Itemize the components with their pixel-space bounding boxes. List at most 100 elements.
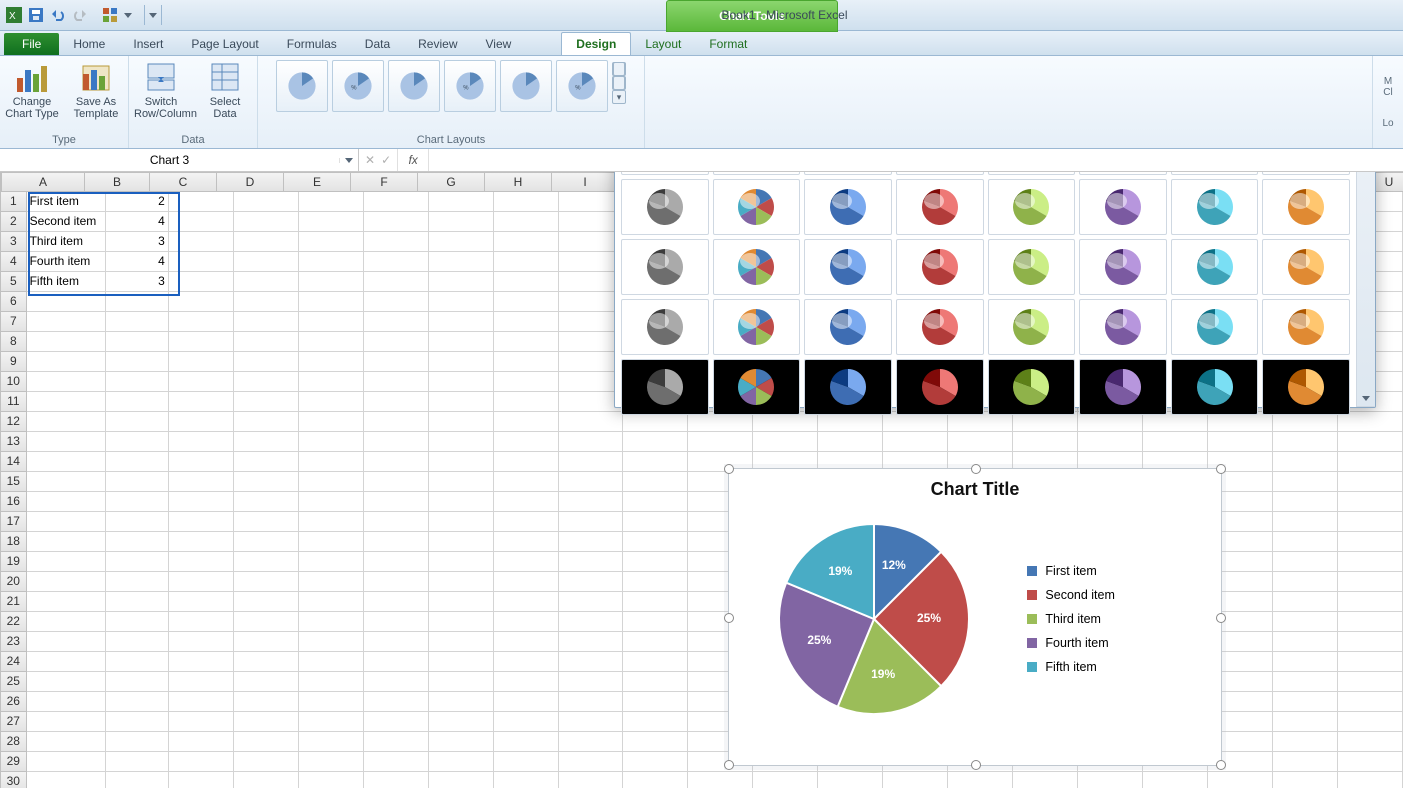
row-header-7[interactable]: 7 <box>0 312 27 332</box>
cell-C20[interactable] <box>169 572 234 592</box>
cell-F17[interactable] <box>364 512 429 532</box>
cell-D7[interactable] <box>234 312 299 332</box>
cell-D17[interactable] <box>234 512 299 532</box>
cell-F22[interactable] <box>364 612 429 632</box>
qat-customize-dropdown[interactable] <box>122 5 134 25</box>
cell-H22[interactable] <box>494 612 559 632</box>
cell-A28[interactable] <box>27 732 106 752</box>
cell-F14[interactable] <box>364 452 429 472</box>
chart-style-41[interactable] <box>621 359 709 415</box>
chart-style-26[interactable] <box>713 239 801 295</box>
cell-D26[interactable] <box>234 692 299 712</box>
cell-D29[interactable] <box>234 752 299 772</box>
cell-C19[interactable] <box>169 552 234 572</box>
cell-I18[interactable] <box>559 532 624 552</box>
cell-F5[interactable] <box>364 272 429 292</box>
cell-D27[interactable] <box>234 712 299 732</box>
row-header-23[interactable]: 23 <box>0 632 27 652</box>
cell-D25[interactable] <box>234 672 299 692</box>
chart-style-37[interactable] <box>988 299 1076 355</box>
cell-A29[interactable] <box>27 752 106 772</box>
cell-J24[interactable] <box>623 652 688 672</box>
cell-J30[interactable] <box>623 772 688 788</box>
cell-D12[interactable] <box>234 412 299 432</box>
cell-A26[interactable] <box>27 692 106 712</box>
row-header-2[interactable]: 2 <box>0 212 27 232</box>
legend-item-5[interactable]: Fifth item <box>1027 660 1221 674</box>
chart-style-24[interactable] <box>1262 179 1350 235</box>
cell-F11[interactable] <box>364 392 429 412</box>
cell-U22[interactable] <box>1338 612 1403 632</box>
cell-F20[interactable] <box>364 572 429 592</box>
cell-D4[interactable] <box>234 252 299 272</box>
chart-style-18[interactable] <box>713 179 801 235</box>
cell-J19[interactable] <box>623 552 688 572</box>
cell-D1[interactable] <box>234 192 299 212</box>
cell-B30[interactable] <box>106 772 169 788</box>
cell-G25[interactable] <box>429 672 494 692</box>
cell-A12[interactable] <box>27 412 106 432</box>
cell-E15[interactable] <box>299 472 364 492</box>
cell-U21[interactable] <box>1338 592 1403 612</box>
chart-style-10[interactable] <box>713 172 801 175</box>
cell-I23[interactable] <box>559 632 624 652</box>
row-header-20[interactable]: 20 <box>0 572 27 592</box>
cell-M12[interactable] <box>818 412 883 432</box>
chart-title[interactable]: Chart Title <box>729 469 1221 504</box>
chart-style-42[interactable] <box>713 359 801 415</box>
cell-E28[interactable] <box>299 732 364 752</box>
cell-G1[interactable] <box>429 192 494 212</box>
cell-B26[interactable] <box>106 692 169 712</box>
cell-A11[interactable] <box>27 392 106 412</box>
cell-F29[interactable] <box>364 752 429 772</box>
cell-R30[interactable] <box>1143 772 1208 788</box>
cell-A20[interactable] <box>27 572 106 592</box>
cell-E3[interactable] <box>299 232 364 252</box>
tab-data[interactable]: Data <box>351 33 404 55</box>
row-header-26[interactable]: 26 <box>0 692 27 712</box>
cell-J15[interactable] <box>623 472 688 492</box>
cell-T22[interactable] <box>1273 612 1338 632</box>
cell-H15[interactable] <box>494 472 559 492</box>
cell-E27[interactable] <box>299 712 364 732</box>
tab-review[interactable]: Review <box>404 33 471 55</box>
cell-U20[interactable] <box>1338 572 1403 592</box>
cell-T12[interactable] <box>1273 412 1338 432</box>
cell-F12[interactable] <box>364 412 429 432</box>
cell-U18[interactable] <box>1338 532 1403 552</box>
cell-G21[interactable] <box>429 592 494 612</box>
cell-J26[interactable] <box>623 692 688 712</box>
cell-C18[interactable] <box>169 532 234 552</box>
row-header-15[interactable]: 15 <box>0 472 27 492</box>
cell-F13[interactable] <box>364 432 429 452</box>
cell-G9[interactable] <box>429 352 494 372</box>
cell-A24[interactable] <box>27 652 106 672</box>
cell-G26[interactable] <box>429 692 494 712</box>
cell-G27[interactable] <box>429 712 494 732</box>
cell-E5[interactable] <box>299 272 364 292</box>
cell-A2[interactable]: Second item <box>27 212 106 232</box>
cell-G17[interactable] <box>429 512 494 532</box>
cell-I22[interactable] <box>559 612 624 632</box>
cell-J23[interactable] <box>623 632 688 652</box>
name-box[interactable] <box>0 149 359 171</box>
cell-F27[interactable] <box>364 712 429 732</box>
cell-J21[interactable] <box>623 592 688 612</box>
change-chart-type-button[interactable]: Change Chart Type <box>5 60 59 120</box>
cell-H27[interactable] <box>494 712 559 732</box>
cell-H17[interactable] <box>494 512 559 532</box>
qat-overflow-dropdown[interactable] <box>144 5 162 25</box>
chart-style-32[interactable] <box>1262 239 1350 295</box>
cell-D9[interactable] <box>234 352 299 372</box>
cell-E18[interactable] <box>299 532 364 552</box>
cell-U27[interactable] <box>1338 712 1403 732</box>
cell-I28[interactable] <box>559 732 624 752</box>
chart-style-17[interactable] <box>621 179 709 235</box>
cell-A21[interactable] <box>27 592 106 612</box>
chart-style-15[interactable] <box>1171 172 1259 175</box>
cell-P13[interactable] <box>1013 432 1078 452</box>
column-header-I[interactable]: I <box>552 172 619 192</box>
cell-E4[interactable] <box>299 252 364 272</box>
row-header-12[interactable]: 12 <box>0 412 27 432</box>
cell-H11[interactable] <box>494 392 559 412</box>
